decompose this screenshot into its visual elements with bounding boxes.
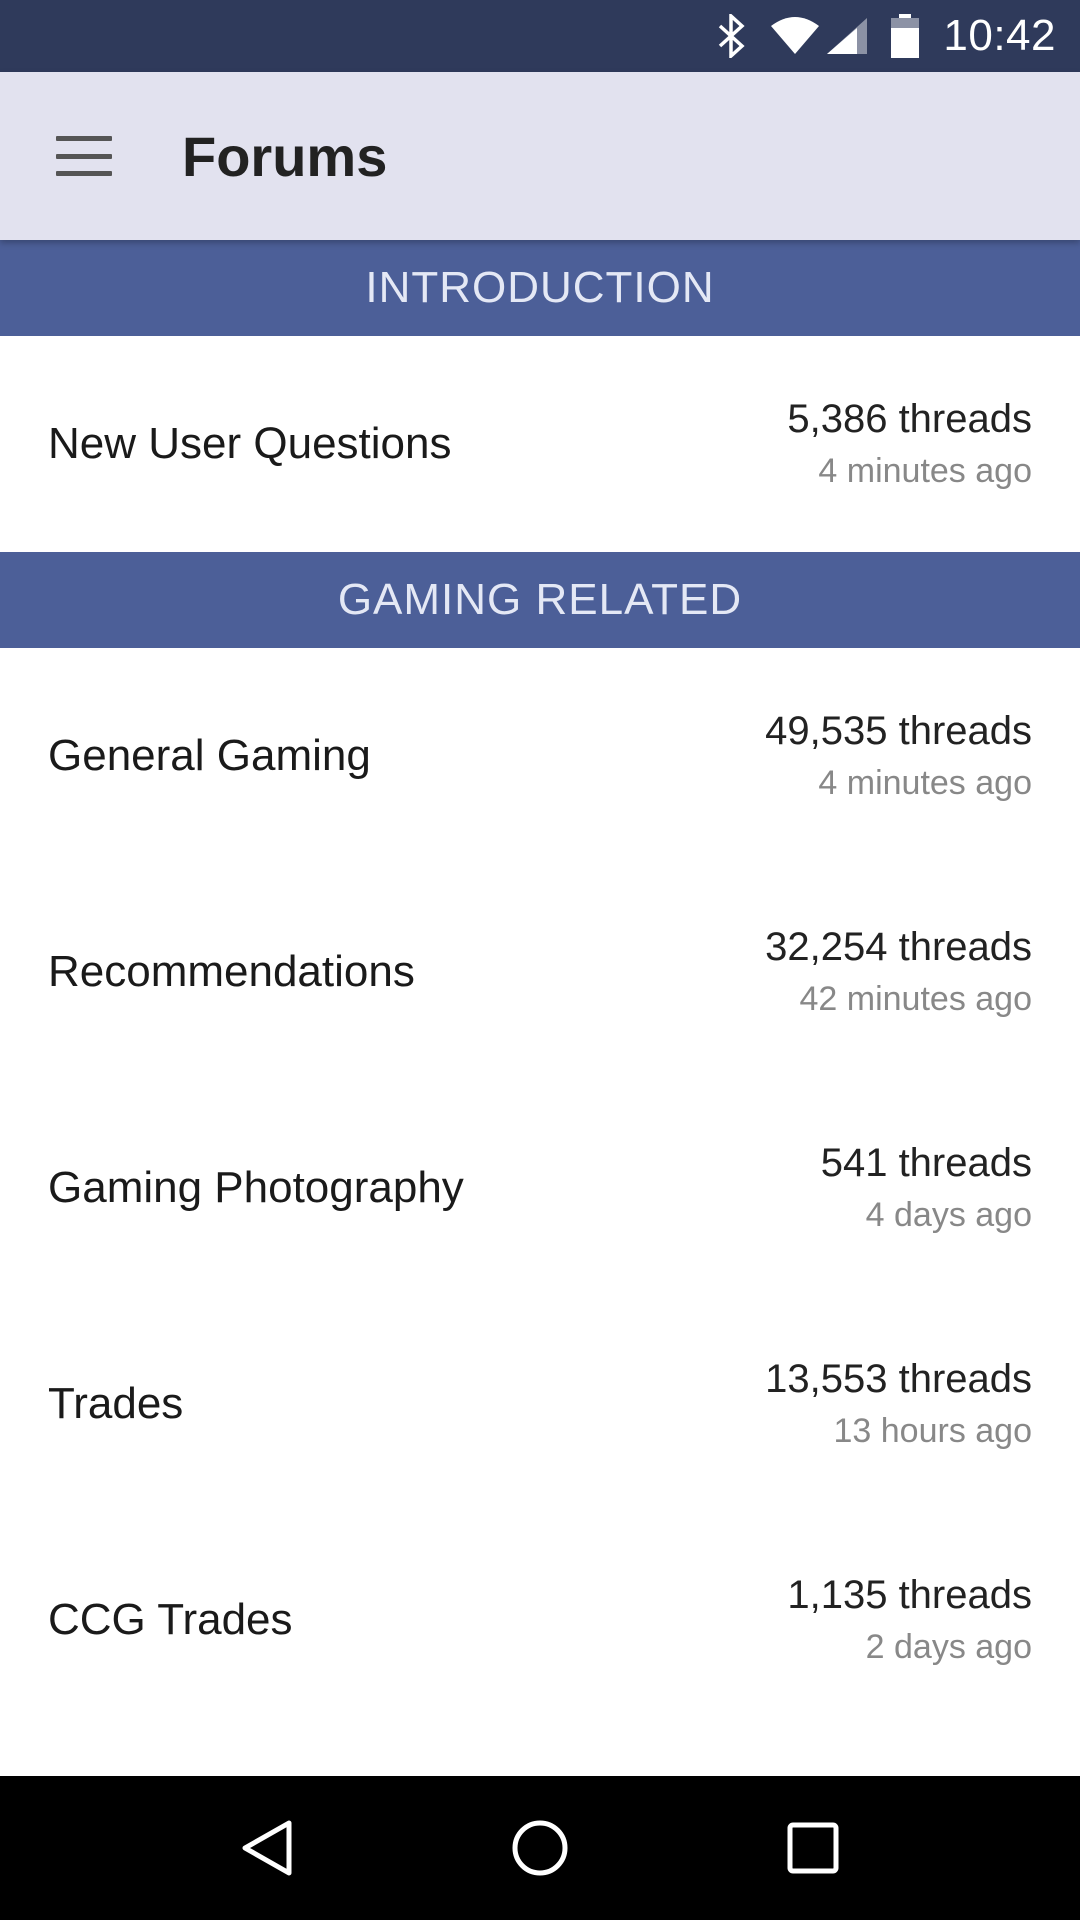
section-header-gaming-related: GAMING RELATED [0,552,1080,648]
forum-list[interactable]: INTRODUCTION New User Questions 5,386 th… [0,240,1080,1776]
wifi-icon [769,16,821,56]
forum-row-gaming-photography[interactable]: Gaming Photography 541 threads 4 days ag… [0,1080,1080,1296]
thread-count: 49,535 threads [765,709,1032,753]
forum-name: Trades [48,1379,184,1428]
forum-row-general-gaming[interactable]: General Gaming 49,535 threads 4 minutes … [0,648,1080,864]
forum-name: General Gaming [48,731,371,780]
app-bar: Forums [0,72,1080,240]
recents-icon[interactable] [773,1808,853,1888]
cell-signal-icon [825,16,869,56]
battery-icon [891,14,920,58]
forum-meta: 13,553 threads 13 hours ago [765,1357,1032,1451]
forum-name: Recommendations [48,947,415,996]
forum-row-ccg-trades[interactable]: CCG Trades 1,135 threads 2 days ago [0,1512,1080,1728]
last-activity: 4 minutes ago [818,452,1032,490]
thread-count: 1,135 threads [787,1573,1032,1617]
thread-count: 5,386 threads [787,397,1032,441]
forum-name: New User Questions [48,419,452,468]
thread-count: 32,254 threads [765,925,1032,969]
forum-name: CCG Trades [48,1595,293,1644]
section-header-introduction: INTRODUCTION [0,240,1080,336]
thread-count: 13,553 threads [765,1357,1032,1401]
last-activity: 4 minutes ago [818,764,1032,802]
hamburger-menu-icon[interactable] [56,136,112,176]
forum-row-recommendations[interactable]: Recommendations 32,254 threads 42 minute… [0,864,1080,1080]
last-activity: 4 days ago [865,1196,1032,1234]
status-bar: 10:42 [0,0,1080,72]
forum-row-new-user-questions[interactable]: New User Questions 5,386 threads 4 minut… [0,336,1080,552]
forum-name: Gaming Photography [48,1163,464,1212]
bluetooth-icon [717,14,747,58]
page-title: Forums [182,124,388,188]
system-nav-bar [0,1776,1080,1920]
home-icon[interactable] [500,1808,580,1888]
last-activity: 2 days ago [865,1628,1032,1666]
last-activity: 42 minutes ago [799,980,1033,1018]
status-clock: 10:42 [943,11,1056,60]
back-icon[interactable] [227,1808,307,1888]
thread-count: 541 threads [820,1141,1032,1185]
forum-meta: 5,386 threads 4 minutes ago [787,397,1032,491]
forum-meta: 1,135 threads 2 days ago [787,1573,1032,1667]
forum-meta: 32,254 threads 42 minutes ago [765,925,1032,1019]
forum-row-trades[interactable]: Trades 13,553 threads 13 hours ago [0,1296,1080,1512]
forum-meta: 49,535 threads 4 minutes ago [765,709,1032,803]
forum-meta: 541 threads 4 days ago [821,1141,1032,1235]
last-activity: 13 hours ago [833,1412,1033,1450]
